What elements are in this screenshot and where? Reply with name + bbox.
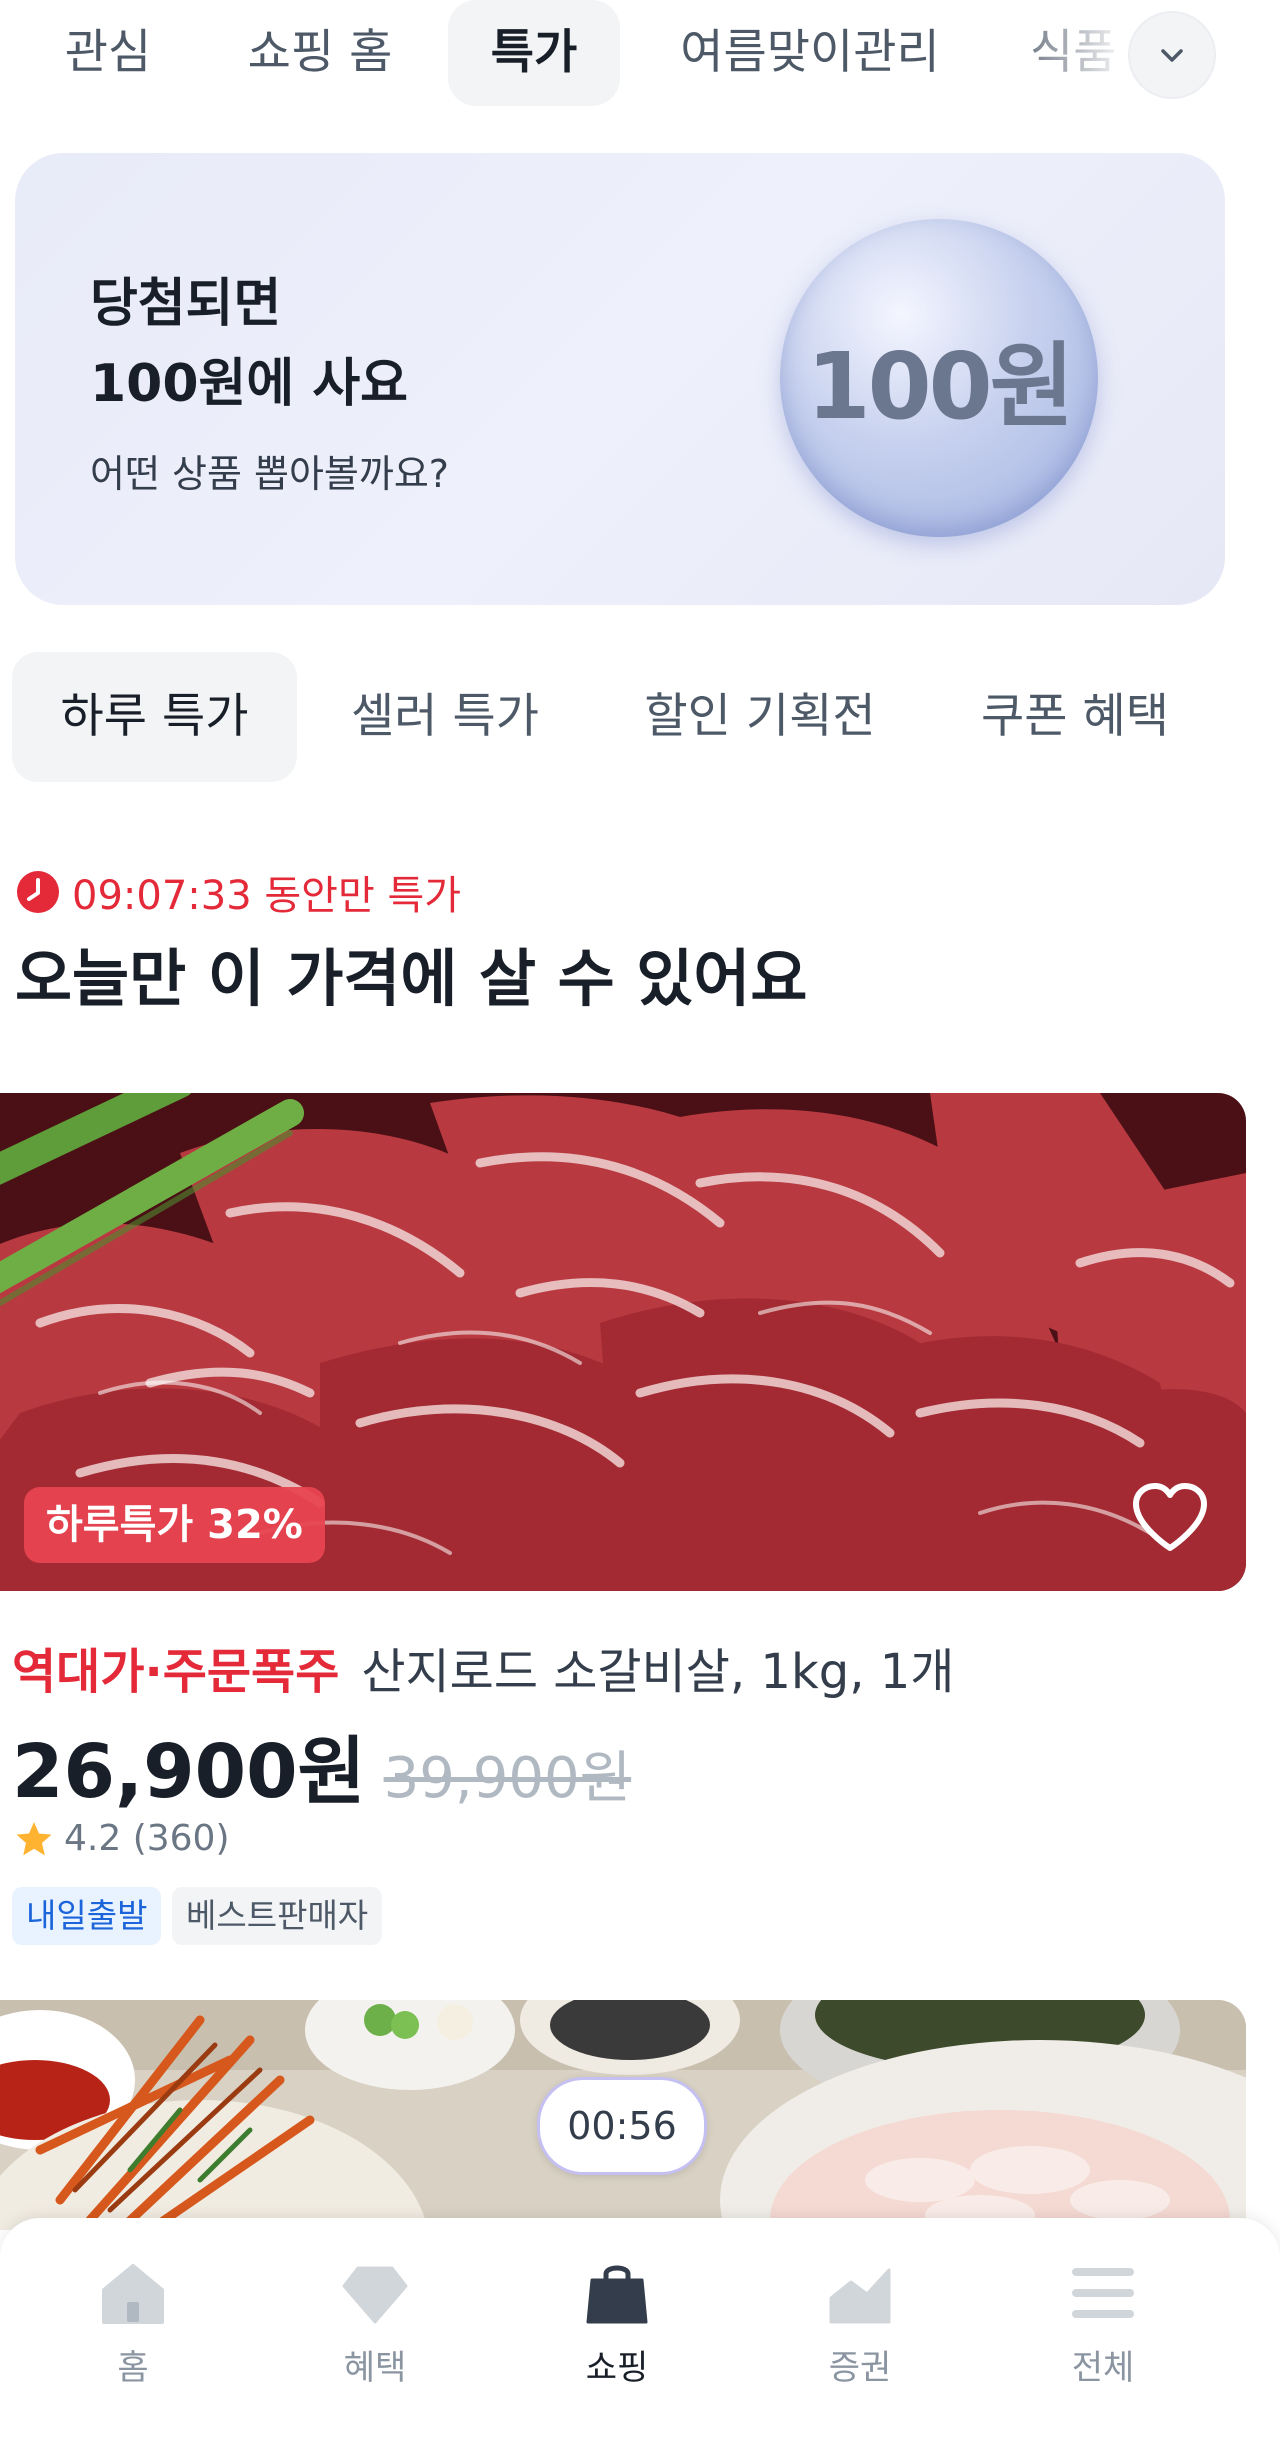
nav-all[interactable]: 전체 — [1018, 2218, 1188, 2440]
product-highlight: 역대가·주문폭주 — [12, 1644, 340, 1700]
nav-benefits[interactable]: 혜택 — [290, 2218, 460, 2440]
banner-subtitle: 어떤 상품 뽑아볼까요? — [90, 452, 449, 496]
deal-section-title: 오늘만 이 가격에 살 수 있어요 — [15, 942, 808, 1015]
coin-icon: 100원 — [780, 219, 1098, 537]
chevron-down-icon — [1161, 49, 1183, 62]
original-price: 39,900원 — [383, 1746, 632, 1811]
bottom-navigation: 홈 혜택 쇼핑 증권 전체 — [0, 2218, 1280, 2440]
price-row: 26,900원 39,900원 — [12, 1712, 631, 1819]
deal-timer: 09:07:33 동안만 특가 — [16, 864, 461, 920]
stock-chart-icon — [829, 2268, 891, 2324]
subtab-discount-exhibition[interactable]: 할인 기획전 — [620, 652, 900, 782]
nav-label-benefits: 혜택 — [343, 2348, 407, 2388]
deal-timer-text: 09:07:33 동안만 특가 — [72, 873, 462, 919]
nav-label-home: 홈 — [117, 2348, 149, 2388]
nav-label-securities: 증권 — [828, 2348, 892, 2388]
tag-best-seller: 베스트판매자 — [172, 1887, 383, 1945]
video-timer-badge: 00:56 — [537, 2077, 707, 2175]
banner-title-line2: 100원에 사요 — [90, 354, 409, 414]
tab-special-deals[interactable]: 특가 — [448, 0, 620, 106]
tabs-fade — [1000, 0, 1130, 106]
clock-icon — [17, 871, 59, 913]
nav-label-shopping: 쇼핑 — [585, 2348, 649, 2388]
nav-label-all: 전체 — [1071, 2348, 1135, 2388]
heart-icon — [1133, 1483, 1207, 1551]
tab-interest[interactable]: 관심 — [28, 0, 188, 106]
menu-icon — [1072, 2268, 1134, 2318]
favorite-button[interactable] — [1130, 1482, 1210, 1554]
subtab-daily-deal[interactable]: 하루 특가 — [12, 652, 297, 782]
lucky-draw-banner[interactable]: 당첨되면 100원에 사요 어떤 상품 뽑아볼까요? 100원 — [15, 153, 1225, 605]
tag-next-day-shipping: 내일출발 — [12, 1887, 162, 1945]
product-title-row[interactable]: 역대가·주문폭주 산지로드 소갈비살, 1kg, 1개 — [12, 1632, 954, 1702]
nav-shopping[interactable]: 쇼핑 — [532, 2218, 702, 2440]
nav-securities[interactable]: 증권 — [775, 2218, 945, 2440]
nav-home[interactable]: 홈 — [48, 2218, 218, 2440]
shopping-bag-icon — [586, 2265, 648, 2324]
tab-summer-care[interactable]: 여름맞이관리 — [660, 0, 960, 106]
discount-badge: 하루특가 32% — [24, 1487, 325, 1563]
home-icon — [102, 2264, 164, 2324]
diamond-icon — [342, 2266, 408, 2324]
coin-label: 100원 — [806, 332, 1075, 440]
rating-text: 4.2 (360) — [64, 1818, 230, 1859]
category-tabs: 관심 쇼핑 홈 특가 여름맞이관리 식품 — [0, 0, 1280, 110]
subtab-coupon-benefit[interactable]: 쿠폰 혜택 — [960, 652, 1190, 782]
rating-row: 4.2 (360) — [14, 1818, 230, 1859]
subtab-seller-deal[interactable]: 셀러 특가 — [330, 652, 560, 782]
sale-price: 26,900원 — [12, 1729, 366, 1815]
star-icon — [16, 1821, 52, 1855]
product-name: 산지로드 소갈비살, 1kg, 1개 — [361, 1644, 955, 1700]
tabs-expand-button[interactable] — [1128, 11, 1216, 99]
tab-shopping-home[interactable]: 쇼핑 홈 — [220, 0, 420, 106]
banner-title-line1: 당첨되면 — [90, 274, 282, 334]
